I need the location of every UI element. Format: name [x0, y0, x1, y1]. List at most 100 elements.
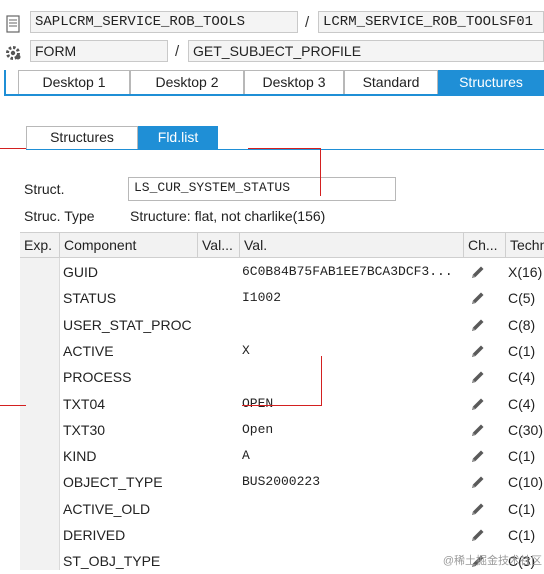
table-row[interactable]: PROCESS C(4) — [20, 364, 544, 390]
column-header-component[interactable]: Component — [60, 233, 198, 258]
component-cell: ACTIVE_OLD — [63, 500, 151, 517]
component-cell: KIND — [63, 448, 97, 465]
separator: / — [175, 43, 180, 60]
pencil-icon — [472, 503, 484, 515]
pencil-icon[interactable] — [470, 448, 486, 464]
column-header-change[interactable]: Ch... — [464, 233, 506, 258]
component-cell: STATUS — [63, 290, 117, 307]
routine-field[interactable]: GET_SUBJECT_PROFILE — [188, 40, 544, 62]
value-cell[interactable]: I1002 — [242, 285, 462, 311]
tech-cell: C(4) — [508, 369, 536, 386]
value-cell[interactable] — [242, 364, 462, 390]
document-icon — [6, 15, 20, 33]
column-header-tech[interactable]: Techn — [506, 233, 544, 258]
tech-cell: C(8) — [508, 316, 536, 333]
value-cell[interactable] — [242, 312, 462, 338]
table-row[interactable]: GUID 6C0B84B75FAB1EE7BCA3DCF3... X(16) — [20, 259, 544, 285]
component-cell: ACTIVE — [63, 342, 114, 359]
tab-underline — [4, 94, 544, 96]
pencil-icon[interactable] — [470, 343, 486, 359]
program-field[interactable]: SAPLCRM_SERVICE_ROB_TOOLS — [30, 11, 298, 33]
table-row[interactable]: TXT30 Open C(30) — [20, 417, 544, 443]
struct-label: Struct. — [24, 181, 65, 197]
pencil-icon[interactable] — [470, 527, 486, 543]
field-list-table: Exp. Component Val... Val. Ch... Techn G… — [20, 232, 544, 570]
annotation-line — [0, 405, 26, 406]
struct-input[interactable]: LS_CUR_SYSTEM_STATUS — [128, 177, 396, 201]
annotation-line — [242, 405, 322, 406]
value-cell[interactable]: X — [242, 338, 462, 364]
column-header-val-short[interactable]: Val... — [198, 233, 240, 258]
pencil-icon[interactable] — [470, 474, 486, 490]
pencil-icon — [472, 450, 484, 463]
annotation-line — [320, 148, 321, 196]
tech-cell: C(1) — [508, 527, 536, 543]
component-cell: GUID — [63, 264, 98, 280]
value-cell[interactable]: 6C0B84B75FAB1EE7BCA3DCF3... — [242, 259, 462, 285]
include-field[interactable]: LCRM_SERVICE_ROB_TOOLSF01 — [318, 11, 544, 33]
tech-cell: C(30) — [508, 421, 544, 438]
annotation-line — [321, 356, 322, 406]
struct-type-label: Struc. Type — [24, 208, 95, 224]
watermark: @稀土掘金技术社区 — [442, 555, 542, 567]
pencil-icon — [472, 266, 484, 278]
value-cell[interactable]: Open — [242, 417, 462, 443]
component-cell: OBJECT_TYPE — [63, 474, 163, 491]
table-row[interactable]: ACTIVE X C(1) — [20, 338, 544, 364]
subtab-field-list[interactable]: Fld.list — [138, 126, 218, 149]
pencil-icon[interactable] — [470, 369, 486, 385]
annotation-line — [0, 148, 26, 149]
value-cell[interactable] — [242, 496, 462, 522]
pencil-icon[interactable] — [470, 264, 486, 280]
column-header-val[interactable]: Val. — [240, 233, 464, 258]
component-cell: TXT04 — [63, 395, 106, 412]
pencil-icon — [472, 398, 484, 410]
header-row-routine: FORM / GET_SUBJECT_PROFILE — [0, 39, 544, 65]
table-row[interactable]: USER_STAT_PROC C(8) — [20, 312, 544, 338]
subtab-structures[interactable]: Structures — [26, 126, 138, 149]
column-header-exp[interactable]: Exp. — [20, 233, 60, 258]
tech-cell: C(1) — [508, 342, 536, 359]
tech-cell: X(16) — [508, 264, 543, 280]
pencil-icon[interactable] — [470, 317, 486, 333]
pencil-icon — [472, 529, 484, 541]
value-cell[interactable]: A — [242, 443, 462, 469]
pencil-icon — [472, 345, 484, 357]
pencil-icon — [472, 319, 484, 331]
gear-icon — [6, 46, 21, 60]
tab-desktop-2[interactable]: Desktop 2 — [130, 70, 244, 94]
pencil-icon[interactable] — [470, 422, 486, 438]
pencil-icon — [472, 371, 484, 384]
component-cell: TXT30 — [63, 421, 106, 438]
desktop-tabstrip: Desktop 1 Desktop 2 Desktop 3 Standard S… — [18, 70, 544, 94]
pencil-icon — [472, 292, 484, 305]
table-row[interactable]: STATUS I1002 C(5) — [20, 285, 544, 311]
table-row[interactable]: DERIVED C(1) — [20, 522, 544, 548]
tab-desktop-3[interactable]: Desktop 3 — [244, 70, 344, 94]
table-row[interactable]: OBJECT_TYPE BUS2000223 C(10) — [20, 469, 544, 495]
value-cell[interactable] — [242, 522, 462, 548]
value-cell[interactable]: OPEN — [242, 391, 462, 417]
type-field[interactable]: FORM — [30, 40, 168, 62]
tech-cell: C(1) — [508, 448, 536, 465]
subtab-underline — [26, 149, 544, 150]
tab-desktop-1[interactable]: Desktop 1 — [18, 70, 130, 94]
tech-cell: C(1) — [508, 500, 536, 517]
tab-standard[interactable]: Standard — [344, 70, 438, 94]
value-cell[interactable] — [242, 548, 462, 574]
component-cell: PROCESS — [63, 369, 132, 386]
table-row[interactable]: KIND A C(1) — [20, 443, 544, 469]
tech-cell: C(5) — [508, 290, 536, 307]
pencil-icon[interactable] — [470, 396, 486, 412]
pencil-icon[interactable] — [470, 290, 486, 306]
component-cell: ST_OBJ_TYPE — [63, 553, 161, 570]
pencil-icon[interactable] — [470, 501, 486, 517]
component-cell: DERIVED — [63, 527, 126, 543]
table-row[interactable]: ACTIVE_OLD C(1) — [20, 496, 544, 522]
table-header: Exp. Component Val... Val. Ch... Techn — [20, 232, 544, 258]
table-row[interactable]: TXT04 OPEN C(4) — [20, 391, 544, 417]
tab-structures[interactable]: Structures — [438, 70, 544, 94]
pencil-icon — [472, 424, 484, 436]
value-cell[interactable]: BUS2000223 — [242, 469, 462, 495]
tab-left-bar — [4, 70, 6, 96]
